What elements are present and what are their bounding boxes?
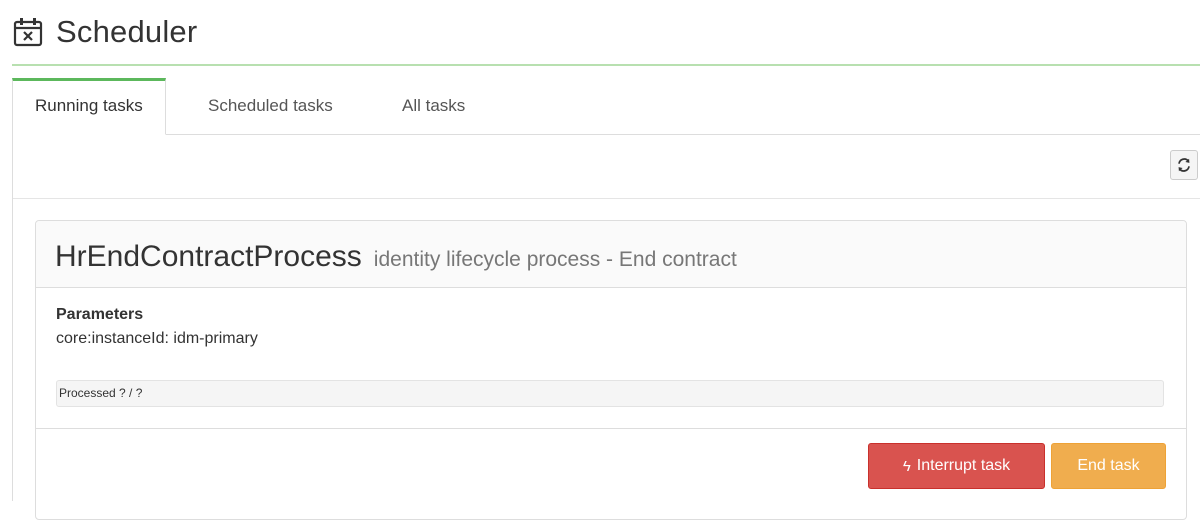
toolbar	[13, 134, 1200, 199]
bolt-icon: ϟ	[902, 457, 911, 475]
tab-panel-running-tasks: HrEndContractProcess identity lifecycle …	[12, 134, 1200, 520]
task-description: identity lifecycle process - End contrac…	[373, 248, 737, 271]
parameters-label: Parameters	[56, 306, 144, 323]
end-task-button[interactable]: End task	[1051, 443, 1166, 489]
page-header: Scheduler	[12, 0, 1200, 66]
progress-bar: Processed ? / ?	[56, 380, 1164, 407]
progress-text: Processed ? / ?	[59, 386, 143, 400]
task-panel: HrEndContractProcess identity lifecycle …	[35, 220, 1187, 520]
end-task-label: End task	[1077, 457, 1140, 474]
task-body: Parameters core:instanceId: idm-primary …	[36, 288, 1186, 428]
task-footer: ϟ Interrupt task End task	[36, 428, 1186, 521]
page-title: Scheduler	[56, 14, 198, 49]
tab-running-tasks[interactable]: Running tasks	[12, 78, 166, 135]
calendar-times-icon	[13, 18, 43, 47]
refresh-button[interactable]	[1170, 150, 1198, 180]
task-heading: HrEndContractProcess identity lifecycle …	[36, 221, 1186, 288]
interrupt-task-label: Interrupt task	[916, 457, 1011, 474]
tab-bar: Running tasks Scheduled tasks All tasks	[12, 78, 1200, 135]
tab-scheduled-tasks[interactable]: Scheduled tasks	[186, 78, 355, 134]
task-name: HrEndContractProcess	[55, 240, 362, 273]
parameter-instance-id: core:instanceId: idm-primary	[56, 330, 258, 347]
interrupt-task-button[interactable]: ϟ Interrupt task	[868, 443, 1045, 489]
refresh-icon	[1178, 158, 1190, 172]
tab-all-tasks[interactable]: All tasks	[380, 78, 487, 134]
